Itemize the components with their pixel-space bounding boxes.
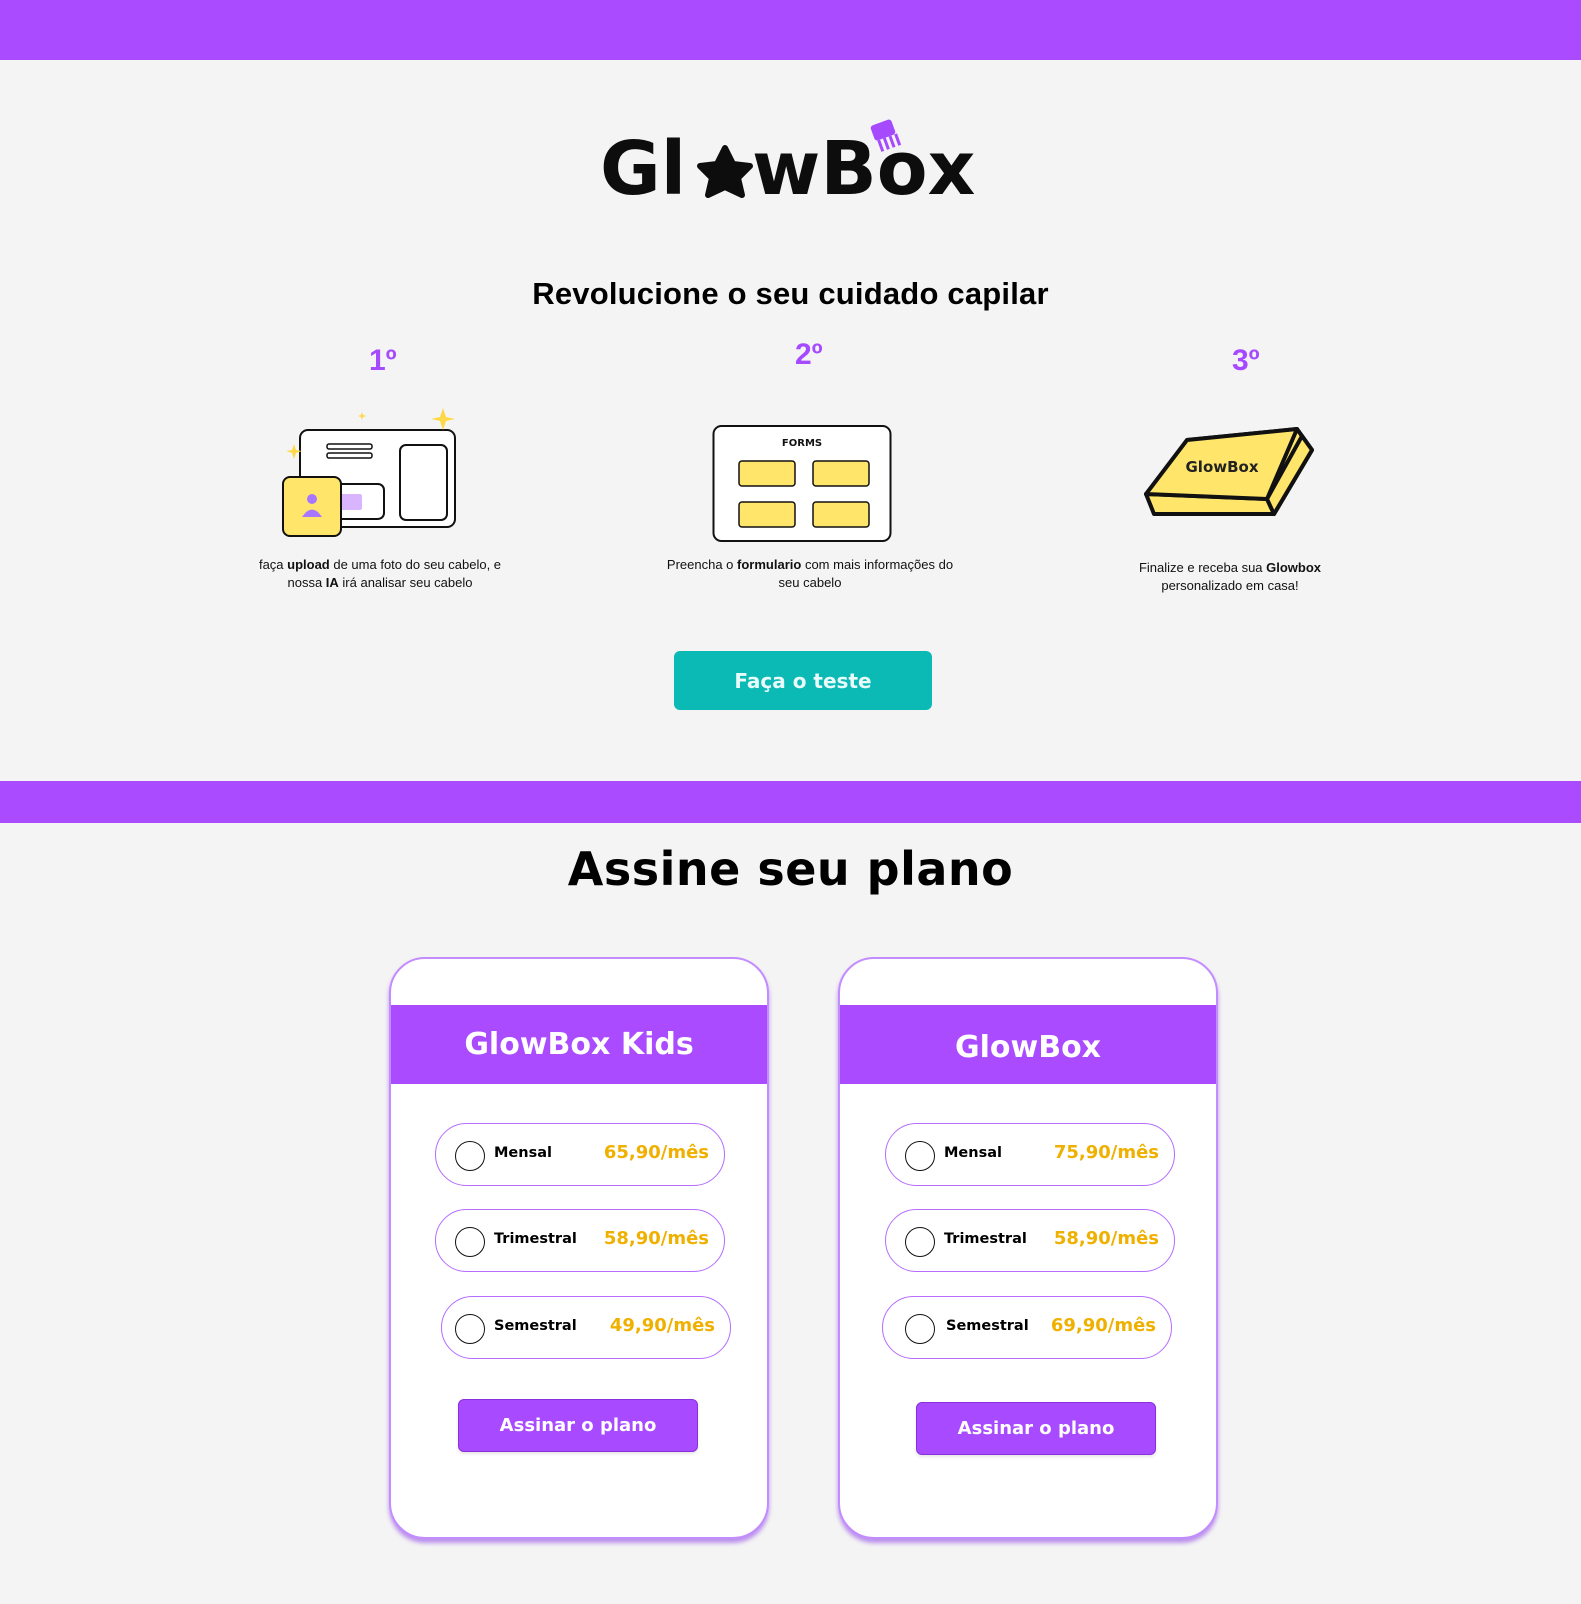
radio-button[interactable] <box>455 1227 485 1257</box>
radio-button[interactable] <box>905 1314 935 1344</box>
glowbox-logo: Gl wBox <box>600 108 1020 212</box>
step-1-description: faça upload de uma foto do seu cabelo, e… <box>258 557 502 590</box>
radio-button[interactable] <box>455 1314 485 1344</box>
option-price: 58,90/mês <box>1053 1228 1159 1249</box>
plan-option-quarterly[interactable]: Trimestral 58,90/mês <box>885 1209 1175 1272</box>
option-price: 65,90/mês <box>603 1142 709 1163</box>
plan-card-glowbox: GlowBox Mensal 75,90/mês Trimestral 58,9… <box>838 957 1218 1539</box>
svg-text:Gl: Gl <box>600 126 686 208</box>
option-label: Trimestral <box>494 1231 577 1247</box>
option-price: 58,90/mês <box>603 1228 709 1249</box>
radio-button[interactable] <box>905 1227 935 1257</box>
option-label: Mensal <box>944 1145 1002 1161</box>
option-label: Mensal <box>494 1145 552 1161</box>
plans-title: Assine seu plano <box>567 842 1014 896</box>
top-banner <box>0 0 1581 60</box>
option-price: 75,90/mês <box>1053 1142 1159 1163</box>
option-label: Semestral <box>946 1318 1029 1334</box>
step-2-number: 2º <box>795 338 823 371</box>
section-divider-banner <box>0 781 1581 823</box>
radio-button[interactable] <box>455 1141 485 1171</box>
plan-option-monthly[interactable]: Mensal 75,90/mês <box>885 1123 1175 1186</box>
take-test-button[interactable]: Faça o teste <box>674 651 932 710</box>
option-price: 69,90/mês <box>1050 1315 1156 1336</box>
plan-card-kids: GlowBox Kids Mensal 65,90/mês Trimestral… <box>389 957 769 1539</box>
svg-text:wBox: wBox <box>752 126 975 208</box>
forms-label: FORMS <box>782 438 822 449</box>
plan-option-quarterly[interactable]: Trimestral 58,90/mês <box>435 1209 725 1272</box>
plan-option-monthly[interactable]: Mensal 65,90/mês <box>435 1123 725 1186</box>
option-label: Semestral <box>494 1318 577 1334</box>
box-logo-text: GlowBox <box>1185 458 1258 476</box>
plan-name: GlowBox Kids <box>391 1005 767 1084</box>
subscribe-button[interactable]: Assinar o plano <box>458 1399 698 1452</box>
form-illustration: FORMS <box>712 424 892 544</box>
step-3-number: 3º <box>1232 344 1260 377</box>
option-price: 49,90/mês <box>609 1315 715 1336</box>
option-label: Trimestral <box>944 1231 1027 1247</box>
hero-title: Revolucione o seu cuidado capilar <box>532 276 1049 311</box>
plan-name: GlowBox <box>840 1005 1216 1084</box>
glowbox-package-illustration: GlowBox <box>1142 424 1317 529</box>
subscribe-button[interactable]: Assinar o plano <box>916 1402 1156 1455</box>
step-3-description: Finalize e receba sua Glowbox personaliz… <box>1138 560 1322 593</box>
radio-button[interactable] <box>905 1141 935 1171</box>
step-1-number: 1º <box>369 344 397 377</box>
plan-option-semiannual[interactable]: Semestral 49,90/mês <box>441 1296 731 1359</box>
upload-photo-illustration <box>280 400 460 540</box>
plan-option-semiannual[interactable]: Semestral 69,90/mês <box>882 1296 1172 1359</box>
step-2-description: Preencha o formulario com mais informaçõ… <box>666 557 954 590</box>
